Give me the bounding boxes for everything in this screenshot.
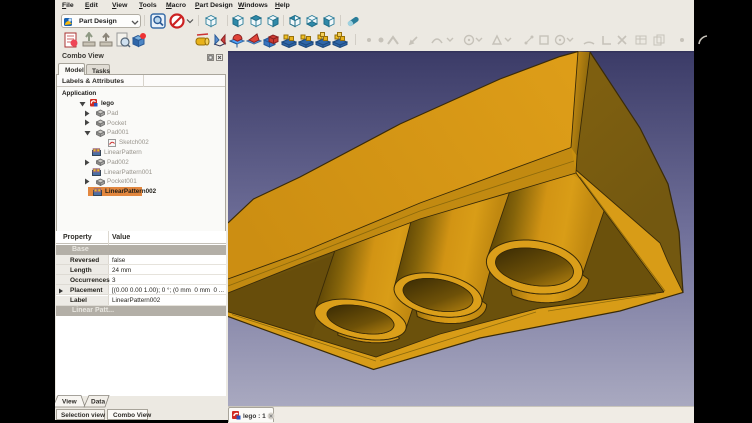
svg-text:View: View bbox=[62, 399, 78, 406]
svg-text:Data: Data bbox=[91, 399, 105, 406]
